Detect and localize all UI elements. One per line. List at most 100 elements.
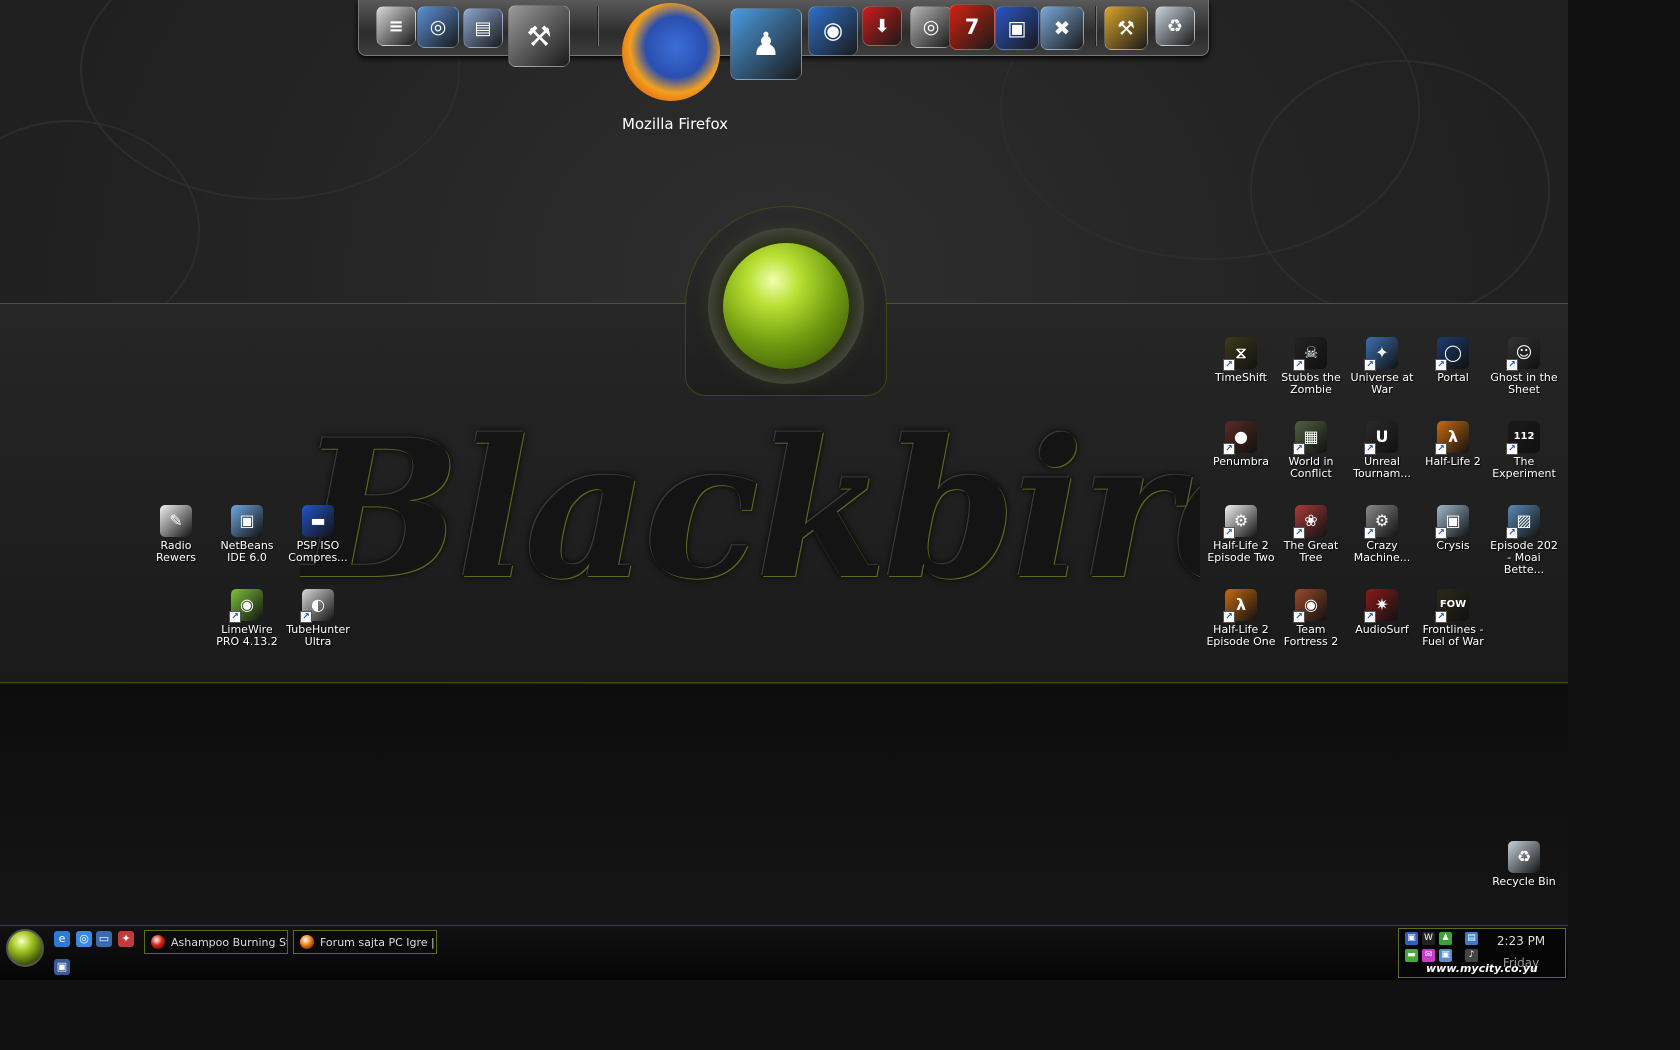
portal-icon[interactable]: ◯ ↗ Portal: [1416, 337, 1490, 384]
tray-network-icon[interactable]: ▣: [1405, 932, 1418, 945]
crysis-icon[interactable]: ▣ ↗ Crysis: [1416, 505, 1490, 552]
shortcut-arrow-icon: ↗: [1293, 443, 1305, 455]
shortcut-arrow-icon: ↗: [1435, 527, 1447, 539]
desktop-icon-label: Half-Life 2: [1425, 455, 1481, 468]
desktop-icon-label: Team Fortress 2: [1283, 623, 1339, 648]
firefox-icon[interactable]: [622, 3, 720, 101]
desktop-icon-label: Portal: [1437, 371, 1469, 384]
stubbs-icon[interactable]: ☠ ↗ Stubbs the Zombie: [1274, 337, 1348, 396]
team-fortress-2-icon[interactable]: ◉ ↗ Team Fortress 2: [1274, 589, 1348, 648]
tray-volume-icon[interactable]: ♪: [1465, 949, 1478, 962]
desktop-icon-label: TimeShift: [1215, 371, 1267, 384]
trash-icon[interactable]: ♻: [1155, 6, 1195, 46]
shortcut-arrow-icon: ↗: [1223, 527, 1235, 539]
task-button-label: Ashampoo Burning St...: [171, 935, 288, 949]
psp-iso-glyph-icon: ▬: [302, 505, 334, 537]
team-fortress-2-glyph-icon: ◉ ↗: [1293, 589, 1327, 623]
psp-iso-icon[interactable]: ▬ PSP ISO Compres...: [281, 505, 355, 564]
frontlines-icon[interactable]: FOW ↗ Frontlines - Fuel of War: [1416, 589, 1490, 648]
tray-mail-icon[interactable]: ✉: [1422, 949, 1435, 962]
desktop-icon-label: Frontlines - Fuel of War: [1422, 623, 1484, 648]
limewire-icon[interactable]: ◉ ↗ LimeWire PRO 4.13.2: [210, 589, 284, 648]
hl2-episode-one-glyph-icon: λ ↗: [1223, 589, 1257, 623]
desktop-icon-label: World in Conflict: [1288, 455, 1334, 480]
burner-icon[interactable]: 7: [949, 4, 995, 50]
ghost-icon[interactable]: ☺ ↗ Ghost in the Sheet: [1487, 337, 1561, 396]
save-disk-icon[interactable]: ▣: [995, 6, 1039, 50]
tubehunter-icon[interactable]: ◐ ↗ TubeHunter Ultra: [281, 589, 355, 648]
half-life-2-icon[interactable]: λ ↗ Half-Life 2: [1416, 421, 1490, 468]
crazy-machines-icon[interactable]: ⚙ ↗ Crazy Machine...: [1345, 505, 1419, 564]
globe-icon[interactable]: ◎: [417, 6, 459, 48]
desktop-icon-label: Crazy Machine...: [1353, 539, 1411, 564]
messenger-icon[interactable]: ♟: [730, 8, 802, 80]
task-button-label: Forum sajta PC Igre | P...: [320, 935, 436, 949]
start-button[interactable]: [6, 929, 44, 967]
desktop-icon-label: Ghost in the Sheet: [1490, 371, 1558, 396]
crazy-machines-glyph-icon: ⚙ ↗: [1364, 505, 1398, 539]
task-ashampoo-button[interactable]: Ashampoo Burning St...: [144, 930, 288, 954]
desktop-icon-label: Episode 202 - Moai Bette...: [1490, 539, 1558, 576]
desktop-icon-label: NetBeans IDE 6.0: [220, 539, 274, 564]
universe-at-war-icon[interactable]: ✦ ↗ Universe at War: [1345, 337, 1419, 396]
radio-rewers-icon[interactable]: ✎ Radio Rewers: [139, 505, 213, 564]
wallpaper-lower-panel: [0, 684, 1568, 925]
tray-winamp-icon[interactable]: W: [1422, 932, 1435, 945]
great-tree-icon[interactable]: ❀ ↗ The Great Tree: [1274, 505, 1348, 564]
penumbra-glyph-icon: ● ↗: [1223, 421, 1257, 455]
shortcut-arrow-icon: ↗: [1364, 359, 1376, 371]
desktop-icon-label: TubeHunter Ultra: [286, 623, 350, 648]
recycle-bin-glyph-icon: ♻: [1508, 841, 1540, 873]
episode-202-glyph-icon: ▨ ↗: [1506, 505, 1540, 539]
task-firefox-forum-button[interactable]: Forum sajta PC Igre | P...: [293, 930, 437, 954]
system-tools-icon[interactable]: ⚒: [508, 5, 570, 67]
disc-icon[interactable]: ◎: [910, 6, 952, 48]
taskbar: e ◎ ▭ ✦ ▣ Ashampoo Burning St... Forum sajta …: [0, 925, 1568, 980]
tray-chat-icon[interactable]: ▬: [1405, 949, 1418, 962]
penumbra-icon[interactable]: ● ↗ Penumbra: [1204, 421, 1278, 468]
recycle-bin-icon[interactable]: ♻ Recycle Bin: [1487, 841, 1561, 888]
shortcut-arrow-icon: ↗: [1435, 359, 1447, 371]
shortcut-arrow-icon: ↗: [1293, 611, 1305, 623]
document-icon[interactable]: ≡: [376, 6, 416, 46]
half-life-2-glyph-icon: λ ↗: [1435, 421, 1469, 455]
feed-icon[interactable]: ◉: [808, 6, 858, 56]
tray-clock[interactable]: 2:23 PM: [1490, 934, 1552, 948]
timeshift-icon[interactable]: ⧖ ↗ TimeShift: [1204, 337, 1278, 384]
world-in-conflict-icon[interactable]: ▦ ↗ World in Conflict: [1274, 421, 1348, 480]
tools-icon[interactable]: ⚒: [1104, 6, 1148, 50]
media-icon[interactable]: ✦: [118, 931, 134, 947]
unreal-icon[interactable]: U ↗ Unreal Tournam...: [1345, 421, 1419, 480]
task-ashampoo-icon: [151, 935, 165, 949]
audiosurf-glyph-icon: ✷ ↗: [1364, 589, 1398, 623]
extra-launch-icon[interactable]: ▣: [54, 959, 70, 975]
folder-icon[interactable]: ▤: [463, 8, 503, 48]
network-icon[interactable]: ✖: [1040, 6, 1084, 50]
hl2-episode-two-icon[interactable]: ⚙ ↗ Half-Life 2 Episode Two: [1204, 505, 1278, 564]
tray-display-icon[interactable]: ▣: [1439, 949, 1452, 962]
the-experiment-glyph-icon: 112 ↗: [1506, 421, 1540, 455]
desktop-icon-label: Unreal Tournam...: [1353, 455, 1411, 480]
shortcut-arrow-icon: ↗: [1293, 527, 1305, 539]
shortcut-arrow-icon: ↗: [1364, 443, 1376, 455]
limewire-glyph-icon: ◉ ↗: [229, 589, 263, 623]
netbeans-icon[interactable]: ▣ NetBeans IDE 6.0: [210, 505, 284, 564]
task-firefox-forum-icon: [300, 935, 314, 949]
dock-tooltip: Mozilla Firefox: [621, 115, 729, 133]
the-experiment-icon[interactable]: 112 ↗ The Experiment: [1487, 421, 1561, 480]
desktop-icon-label: Radio Rewers: [156, 539, 196, 564]
hl2-episode-one-icon[interactable]: λ ↗ Half-Life 2 Episode One: [1204, 589, 1278, 648]
desktop-icon-label: Half-Life 2 Episode One: [1206, 623, 1276, 648]
audiosurf-icon[interactable]: ✷ ↗ AudioSurf: [1345, 589, 1419, 636]
dock-separator: [1095, 6, 1097, 46]
show-desktop-icon[interactable]: ▭: [96, 931, 112, 947]
stubbs-glyph-icon: ☠ ↗: [1293, 337, 1327, 371]
episode-202-icon[interactable]: ▨ ↗ Episode 202 - Moai Bette...: [1487, 505, 1561, 576]
quick-search-icon[interactable]: ◎: [76, 931, 92, 947]
tray-connection-icon[interactable]: ▤: [1465, 932, 1478, 945]
download-icon[interactable]: ⬇: [862, 6, 902, 46]
desktop-icon-label: Half-Life 2 Episode Two: [1207, 539, 1275, 564]
tray-messenger-icon[interactable]: ♟: [1439, 932, 1452, 945]
ie-icon[interactable]: e: [54, 931, 70, 947]
desktop-icon-label: The Experiment: [1492, 455, 1556, 480]
